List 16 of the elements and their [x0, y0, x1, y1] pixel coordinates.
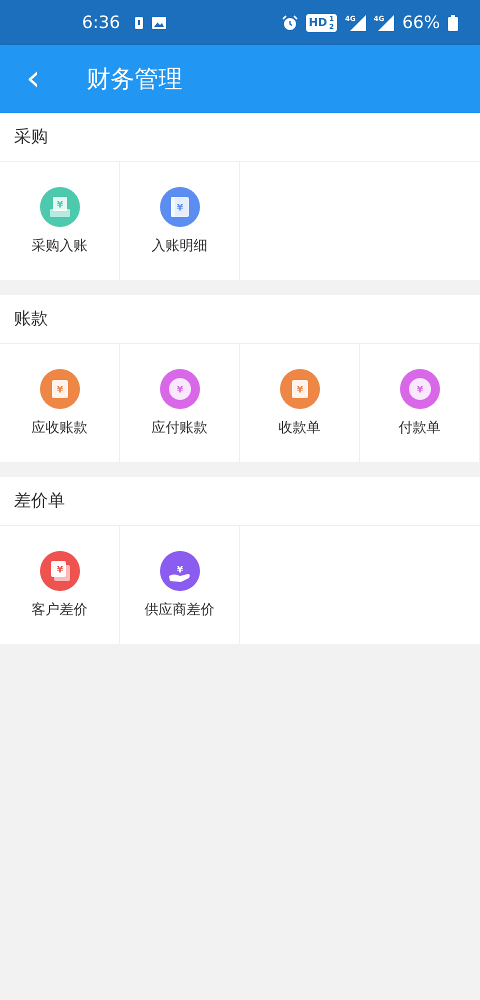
phone-icon: [134, 16, 144, 30]
money-icon: ¥: [40, 551, 80, 591]
money-icon: ¥: [160, 551, 200, 591]
money-icon: ¥: [40, 187, 80, 227]
page-title: 财务管理: [86, 64, 182, 95]
hd-label: HD: [308, 16, 328, 29]
money-icon: ¥: [160, 369, 200, 409]
battery-icon: [448, 14, 458, 30]
money-icon: ¥: [40, 369, 80, 409]
battery-percent: 66%: [402, 12, 440, 32]
money-icon: ¥: [280, 369, 320, 409]
money-icon: ¥: [160, 187, 200, 227]
money-icon: ¥: [400, 369, 440, 409]
status-time: 6:36: [82, 12, 120, 32]
image-icon: [152, 16, 166, 28]
alarm-clock-icon: [282, 14, 298, 30]
